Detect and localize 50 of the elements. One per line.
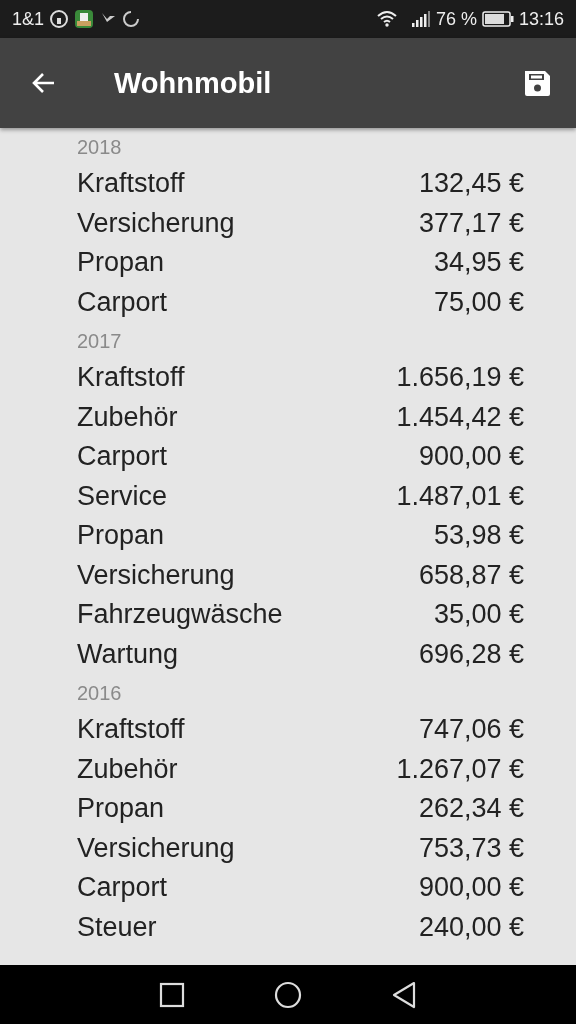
year-header: 2016 — [77, 681, 123, 706]
app-icon — [74, 9, 95, 29]
category-label: Versicherung — [77, 559, 235, 591]
amount-value: 658,87 € — [418, 559, 524, 591]
category-label: Versicherung — [77, 207, 235, 239]
amount-value: 377,17 € — [418, 207, 524, 239]
window-title: Wohnmobil — [114, 66, 273, 100]
category-label: Steuer — [77, 911, 157, 943]
category-label: Kraftstoff — [77, 362, 185, 394]
category-label: Carport — [77, 286, 168, 318]
sync-icon — [122, 10, 141, 28]
battery-percent: 76 % — [435, 8, 477, 30]
category-label: Wartung — [77, 638, 179, 670]
amount-value: 900,00 € — [418, 872, 524, 904]
category-label: Kraftstoff — [77, 168, 185, 200]
amount-value: 747,06 € — [418, 714, 524, 746]
amount-value: 53,98 € — [433, 520, 524, 552]
category-label: Zubehör — [77, 753, 178, 785]
amount-value: 1.454,42 € — [396, 401, 524, 433]
category-label: Kraftstoff — [77, 714, 185, 746]
amount-value: 262,34 € — [418, 793, 524, 825]
amount-value: 34,95 € — [433, 247, 524, 279]
notification-icon — [49, 9, 70, 29]
amount-value: 1.487,01 € — [396, 480, 524, 512]
category-label: Propan — [77, 520, 165, 552]
amount-value: 35,00 € — [433, 599, 524, 631]
category-label: Carport — [77, 872, 168, 904]
clock: 13:16 — [518, 8, 564, 30]
amount-value: 1.267,07 € — [396, 753, 524, 785]
category-label: Versicherung — [77, 832, 235, 864]
save-icon — [522, 68, 552, 98]
amount-value: 240,00 € — [418, 911, 524, 943]
amount-value: 132,45 € — [418, 168, 524, 200]
signal-icon — [410, 10, 431, 28]
category-label: Fahrzeugwäsche — [77, 599, 283, 631]
amount-value: 900,00 € — [418, 441, 524, 473]
category-label: Service — [77, 480, 168, 512]
amount-value: 75,00 € — [433, 286, 524, 318]
amount-value: 753,73 € — [418, 832, 524, 864]
category-label: Propan — [77, 247, 165, 279]
carrier-label: 1&1 — [12, 8, 45, 30]
category-label: Zubehör — [77, 401, 178, 433]
category-label: Carport — [77, 441, 168, 473]
year-header: 2017 — [77, 329, 123, 354]
year-header: 2018 — [77, 135, 123, 160]
category-label: Propan — [77, 793, 165, 825]
wifi-icon — [375, 10, 398, 28]
battery-icon — [481, 11, 514, 27]
amount-value: 1.656,19 € — [396, 362, 524, 394]
amount-value: 696,28 € — [418, 638, 524, 670]
